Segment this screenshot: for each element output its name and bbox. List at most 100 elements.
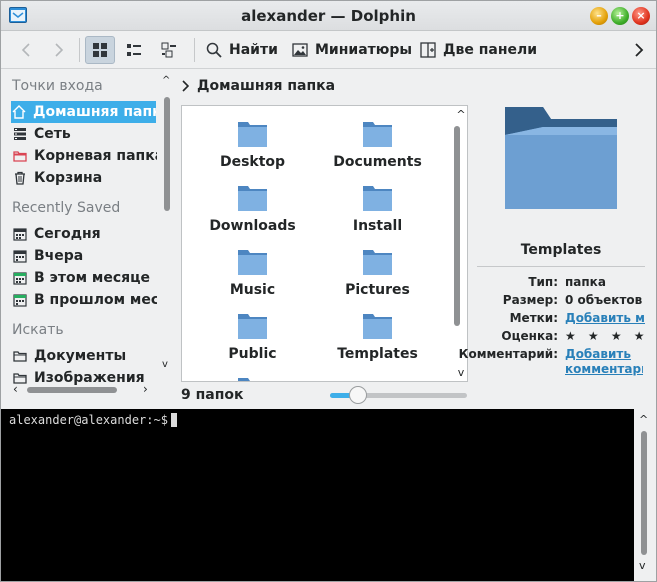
folder-item-desktop[interactable]: Desktop [190, 110, 315, 170]
chevron-right-icon [635, 43, 644, 57]
terminal-cursor [171, 413, 177, 427]
scroll-left-icon[interactable]: ‹ [13, 382, 18, 396]
folder-item-pictures[interactable]: Pictures [315, 238, 440, 298]
info-key: Тип: [528, 275, 558, 289]
place-label: Сеть [34, 126, 71, 142]
folder-item-partial[interactable] [190, 366, 315, 381]
place-yesterday[interactable]: Вчера [12, 245, 157, 267]
scroll-down-icon[interactable]: v [162, 359, 168, 370]
calendar-icon [12, 270, 28, 286]
place-last-month[interactable]: В прошлом месяце [12, 289, 157, 311]
place-network[interactable]: Сеть [12, 123, 157, 145]
file-view-scroll-thumb[interactable] [454, 126, 460, 326]
calendar-icon [12, 248, 28, 264]
places-group-title: Точки входа [12, 78, 103, 94]
terminal-scroll-thumb[interactable] [641, 431, 647, 555]
preview-button[interactable]: Миниатюры [288, 36, 416, 64]
minimize-button[interactable]: – [590, 7, 608, 25]
place-trash[interactable]: Корзина [12, 167, 157, 189]
find-button[interactable]: Найти [202, 36, 282, 64]
title-bar[interactable]: alexander — Dolphin – + × [1, 1, 656, 31]
folder-name: Public [228, 346, 277, 362]
status-count: 9 папок [181, 387, 244, 403]
place-today[interactable]: Сегодня [12, 223, 157, 245]
split-view-label: Две панели [443, 42, 538, 58]
info-key: Размер: [502, 293, 558, 307]
info-key: Комментарий: [458, 347, 558, 361]
place-label: Документы [34, 348, 127, 364]
compact-view-button[interactable] [119, 36, 149, 64]
rating-stars[interactable]: ★ ★ ★ ★ ★ [565, 329, 645, 343]
terminal-scrollbar[interactable]: ^ v [634, 409, 656, 581]
place-documents[interactable]: Документы [12, 345, 157, 367]
recent-group-title: Recently Saved [12, 200, 121, 216]
file-view[interactable]: Desktop Documents Downloads Install Musi… [181, 105, 468, 382]
scroll-up-icon[interactable]: ^ [162, 75, 170, 86]
network-icon [12, 126, 28, 142]
forward-button[interactable] [46, 36, 72, 64]
zoom-slider-handle[interactable] [349, 386, 368, 404]
folder-item-templates[interactable]: Templates [315, 302, 440, 362]
close-button[interactable]: × [632, 7, 650, 25]
place-label: Сегодня [34, 226, 101, 242]
scroll-down-icon[interactable]: v [455, 366, 467, 379]
back-button[interactable] [13, 36, 39, 64]
add-comment-link[interactable]: Добавить комментарий [565, 347, 643, 377]
scroll-down-icon[interactable]: v [639, 559, 646, 572]
place-label: Домашняя папка [33, 104, 156, 120]
folder-item-install[interactable]: Install [315, 174, 440, 234]
place-label: В этом месяце [34, 270, 150, 286]
add-tags-link[interactable]: Добавить метки [565, 311, 645, 325]
info-row-tags: Метки: Добавить метки [468, 311, 656, 329]
folder-item-downloads[interactable]: Downloads [190, 174, 315, 234]
breadcrumb[interactable]: Домашняя папка [181, 75, 335, 97]
toolbar-separator [79, 38, 80, 62]
scroll-up-icon[interactable]: ^ [639, 413, 648, 426]
places-hscroll-thumb[interactable] [27, 387, 117, 393]
calendar-icon [12, 226, 28, 242]
scroll-right-icon[interactable]: › [143, 382, 148, 396]
home-icon [11, 104, 27, 120]
folder-icon [363, 186, 392, 211]
folder-name: Desktop [219, 154, 286, 170]
folder-icon [238, 314, 267, 339]
details-view-button[interactable] [154, 36, 184, 64]
maximize-icon: + [615, 9, 625, 22]
info-value: папка [565, 275, 606, 289]
details-view-icon [161, 42, 176, 58]
preview-label: Миниатюры [315, 42, 413, 58]
folder-name: Install [352, 218, 403, 234]
icons-view-button[interactable] [85, 36, 115, 64]
folder-name: Downloads [209, 218, 296, 234]
split-view-button[interactable]: Две панели [416, 36, 541, 64]
folder-item-public[interactable]: Public [190, 302, 315, 362]
places-horizontal-scrollbar[interactable]: ‹ › [13, 382, 158, 396]
maximize-button[interactable]: + [611, 7, 629, 25]
find-label: Найти [229, 42, 278, 58]
toolbar-overflow-button[interactable] [626, 36, 652, 64]
place-label: Корневая папка [34, 148, 157, 164]
place-label: Вчера [34, 248, 84, 264]
places-scroll-thumb[interactable] [164, 97, 170, 211]
scroll-up-icon[interactable]: ^ [455, 108, 467, 121]
split-view-icon [420, 42, 436, 58]
terminal-panel[interactable]: alexander@alexander:~$ [1, 409, 634, 581]
breadcrumb-current[interactable]: Домашняя папка [197, 78, 335, 94]
info-key: Оценка: [501, 329, 558, 343]
search-group-title: Искать [12, 322, 64, 338]
folder-name: Music [229, 282, 276, 298]
info-value: 0 объектов [565, 293, 643, 307]
folder-icon [12, 348, 28, 364]
place-root[interactable]: Корневая папка [12, 145, 157, 167]
info-item-name: Templates [520, 242, 602, 258]
folder-icon [363, 250, 392, 275]
image-preview-icon [292, 43, 308, 57]
place-this-month[interactable]: В этом месяце [12, 267, 157, 289]
folder-icon [238, 250, 267, 275]
folder-icon [238, 122, 267, 147]
folder-item-music[interactable]: Music [190, 238, 315, 298]
places-vertical-scrollbar[interactable]: ^ v [161, 75, 173, 375]
folder-item-documents[interactable]: Documents [315, 110, 440, 170]
place-home[interactable]: Домашняя папка [11, 101, 156, 123]
chevron-right-icon [182, 80, 189, 92]
